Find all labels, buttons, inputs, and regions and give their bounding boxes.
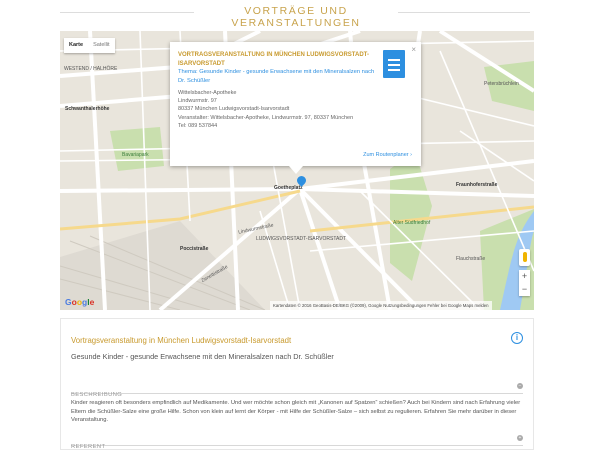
section-speaker-label: Referent — [71, 444, 106, 450]
popup-address-line: 80337 München Ludwigsvorstadt-Isarvorsta… — [178, 106, 290, 113]
section-speaker-header[interactable]: Referent + — [71, 435, 523, 450]
expand-icon[interactable]: + — [517, 435, 523, 441]
event-title: Vortragsveranstaltung in München Ludwigs… — [71, 336, 292, 345]
section-description-header[interactable]: Beschreibung − — [71, 383, 523, 398]
toggle-icon[interactable]: − — [517, 383, 523, 389]
zoom-control: + − — [519, 270, 530, 296]
street-view-pegman-icon[interactable] — [519, 249, 530, 266]
map-label: Flauchstraße — [456, 256, 486, 262]
section-description-label: Beschreibung — [71, 392, 123, 398]
page-title: VORTRÄGE UND VERANSTALTUNGEN — [231, 5, 361, 29]
map-label: Petersbrüchlein — [484, 81, 519, 87]
map-label: Schwanthalerhöhe — [65, 106, 110, 112]
popup-address: Wittelsbacher-Apotheke Lindwurmstr. 97 8… — [178, 89, 413, 130]
map-view[interactable]: Karte Satellit WESTEND / HALHÖRE Schwant… — [60, 31, 534, 310]
event-details-panel: Vortragsveranstaltung in München Ludwigs… — [60, 318, 534, 450]
map-attribution[interactable]: Kartendaten © 2016 GeoBasis-DE/BKG (©200… — [270, 301, 492, 310]
header-divider-right — [398, 12, 530, 13]
popup-title: Vortragsveranstaltung in München Ludwigs… — [178, 52, 369, 67]
map-label: Alter Südfriedhof — [393, 220, 431, 226]
route-planner-link[interactable]: Zum Routenplaner › — [363, 152, 412, 158]
map-label: Bavariapark — [122, 152, 149, 158]
page-header: VORTRÄGE UND VERANSTALTUNGEN — [0, 0, 600, 29]
info-icon[interactable]: i — [511, 332, 523, 344]
map-label: WESTEND / HALHÖRE — [64, 66, 118, 72]
google-logo: Google — [65, 297, 95, 307]
zoom-out-button[interactable]: − — [519, 283, 530, 296]
maptype-satellite-button[interactable]: Satellit — [88, 38, 115, 53]
document-icon — [383, 50, 405, 78]
popup-address-line: Lindwurmstr. 97 — [178, 98, 217, 105]
event-subtitle: Gesunde Kinder - gesunde Erwachsene mit … — [71, 352, 334, 361]
zoom-in-button[interactable]: + — [519, 270, 530, 283]
maptype-map-button[interactable]: Karte — [64, 38, 88, 53]
popup-address-line: Veranstalter: Wittelsbacher-Apotheke, Li… — [178, 114, 354, 121]
map-label: Poccistraße — [180, 246, 209, 252]
map-label: Goetheplatz — [274, 185, 303, 191]
map-type-control: Karte Satellit — [64, 38, 115, 53]
popup-theme: Thema: Gesunde Kinder - gesunde Erwachse… — [178, 69, 375, 84]
close-icon[interactable]: × — [411, 45, 416, 54]
event-description: Kinder reagieren oft besonders empfindli… — [71, 400, 521, 424]
map-label: LUDWIGSVORSTADT-ISARVORSTADT — [256, 236, 347, 242]
header-divider-left — [60, 12, 194, 13]
map-label: Fraunhoferstraße — [456, 182, 498, 188]
popup-address-line: Tel: 089 537844 — [178, 122, 218, 129]
info-window: × Vortragsveranstaltung in München Ludwi… — [170, 42, 421, 174]
popup-address-line: Wittelsbacher-Apotheke — [178, 90, 237, 96]
